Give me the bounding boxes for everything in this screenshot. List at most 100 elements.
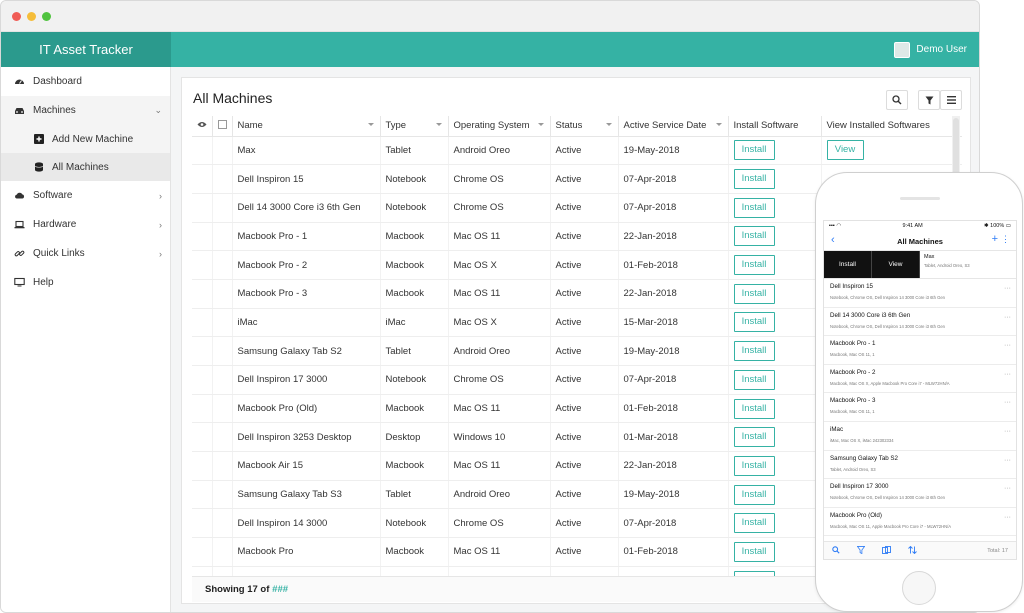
row-checkbox-cell[interactable] [212,508,233,539]
row-checkbox-cell[interactable] [212,566,233,576]
column-header-name[interactable]: Name [232,116,381,137]
install-button[interactable]: Install [733,513,775,534]
column-header-os[interactable]: Operating System [448,116,551,137]
column-visibility-header[interactable] [192,116,213,137]
install-button[interactable]: Install [733,369,775,390]
column-header-type[interactable]: Type [380,116,449,137]
menu-button[interactable] [940,90,962,110]
row-checkbox-cell[interactable] [212,250,233,280]
table-row[interactable]: Max Tablet Android Oreo Active 19-May-2018 In… [192,136,962,166]
more-horizontal-icon[interactable]: ··· [1004,314,1011,321]
phone-screen: ▪▪▪ ︎◠ 9:41 AM ✱ 100% ▭ ‹ All Machines +… [823,220,1017,560]
more-horizontal-icon[interactable]: ··· [1004,371,1011,378]
sidebar-item-quick-links[interactable]: Quick Links › [1,239,170,268]
install-button[interactable]: Install [733,427,775,448]
install-button[interactable]: Install [733,541,775,562]
more-horizontal-icon[interactable]: ··· [1004,457,1011,464]
minimize-window-button[interactable] [27,12,36,21]
row-checkbox-cell[interactable] [212,222,233,252]
maximize-window-button[interactable] [42,12,51,21]
search-button[interactable] [886,90,908,110]
page-title: All Machines [193,90,273,106]
sidebar-item-add-new-machine[interactable]: Add New Machine [1,125,170,153]
row-checkbox-cell[interactable] [212,537,233,567]
row-checkbox-cell[interactable] [212,451,233,481]
row-checkbox-cell[interactable] [212,279,233,309]
install-button[interactable]: Install [733,140,775,161]
select-all-checkbox-header[interactable] [212,116,233,137]
copy-icon[interactable] [882,545,891,556]
install-button[interactable]: Install [733,398,775,419]
row-checkbox-cell[interactable] [212,480,233,510]
swiped-row-content[interactable]: Max Tablet, Android Oreo, S3 [920,251,1016,278]
install-button[interactable]: Install [733,341,775,362]
cell-type: iMac [380,308,449,338]
app-title[interactable]: IT Asset Tracker [1,32,171,67]
close-window-button[interactable] [12,12,21,21]
more-horizontal-icon[interactable]: ··· [1004,514,1011,521]
install-button[interactable]: Install [733,312,775,333]
install-button[interactable]: Install [733,169,775,190]
user-menu[interactable]: Demo User [894,32,967,67]
install-button[interactable]: Install [733,226,775,247]
install-button[interactable]: Install [733,197,775,218]
more-horizontal-icon[interactable]: ··· [1004,285,1011,292]
more-horizontal-icon[interactable]: ··· [1004,428,1011,435]
add-icon[interactable]: + [992,233,998,245]
cell-service-date: 07-Apr-2018 [618,164,729,194]
phone-row-sub: Notebook, Chrome OS, Dell Inspiron 14 30… [830,295,945,300]
column-header-service-date[interactable]: Active Service Date [618,116,729,137]
row-checkbox-cell[interactable] [212,136,233,166]
phone-row-name: Dell Inspiron 15 [830,283,873,290]
sidebar-item-all-machines[interactable]: All Machines [1,153,170,181]
sidebar-item-help[interactable]: Help [1,268,170,297]
phone-list-item[interactable]: Dell Inspiron 17 3000 Notebook, Chrome OS… [824,479,1016,508]
sort-icon[interactable] [908,545,917,556]
phone-list-item[interactable]: Macbook Pro - 1 Macbook, Mac OS 11, 1 ··· [824,336,1016,365]
select-all-checkbox[interactable] [217,119,227,129]
filter-icon[interactable] [856,545,866,556]
cell-type: Notebook [380,164,449,194]
install-button[interactable]: Install [733,455,775,476]
sidebar-item-machines[interactable]: Machines ⌄ [1,96,170,125]
row-checkbox-cell[interactable] [212,394,233,424]
install-button[interactable]: Install [733,255,775,276]
more-horizontal-icon[interactable]: ··· [1004,399,1011,406]
phone-list-item[interactable]: Dell 14 3000 Core i3 6th Gen Notebook, Ch… [824,308,1016,337]
sidebar-item-hardware[interactable]: Hardware › [1,210,170,239]
phone-home-button[interactable] [902,571,936,605]
cell-status: Active [550,250,619,280]
sidebar-item-software[interactable]: Software › [1,181,170,210]
sidebar-item-dashboard[interactable]: Dashboard [1,67,170,96]
sort-caret-icon [367,123,374,126]
filter-button[interactable] [918,90,940,110]
row-checkbox-cell[interactable] [212,193,233,223]
phone-list-item[interactable]: Macbook Pro (Old) Macbook, Mac OS 11, App… [824,508,1016,537]
view-button[interactable]: View [826,140,864,161]
swipe-view-button[interactable]: View [872,251,920,278]
search-icon[interactable] [832,545,840,556]
more-horizontal-icon[interactable]: ··· [1004,485,1011,492]
cell-type: Macbook [380,394,449,424]
install-button[interactable]: Install [733,283,775,304]
more-vertical-icon[interactable]: ⋮ [1001,234,1010,245]
row-checkbox-cell[interactable] [212,164,233,194]
row-checkbox-cell[interactable] [212,422,233,453]
row-visibility-cell [192,193,213,223]
swipe-install-button[interactable]: Install [824,251,872,278]
title-bar [1,1,979,32]
row-checkbox-cell[interactable] [212,336,233,366]
phone-list-item[interactable]: Macbook Pro - 3 Macbook, Mac OS 11, 1 ··· [824,393,1016,422]
cell-status: Active [550,164,619,194]
phone-list-item[interactable]: iMac iMac, Mac OS X, iMac 242302334 ··· [824,422,1016,451]
cell-service-date: 01-Feb-2018 [618,394,729,424]
install-button[interactable]: Install [733,484,775,505]
column-header-status[interactable]: Status [550,116,619,137]
phone-list-item[interactable]: Dell Inspiron 15 Notebook, Chrome OS, Del… [824,279,1016,308]
row-checkbox-cell[interactable] [212,365,233,395]
phone-list-item[interactable]: Macbook Pro - 2 Macbook, Mac OS X, Apple … [824,365,1016,394]
cloud-icon [14,190,25,201]
phone-list-item[interactable]: Samsung Galaxy Tab S2 Tablet, Android Ore… [824,451,1016,480]
row-checkbox-cell[interactable] [212,308,233,338]
more-horizontal-icon[interactable]: ··· [1004,342,1011,349]
